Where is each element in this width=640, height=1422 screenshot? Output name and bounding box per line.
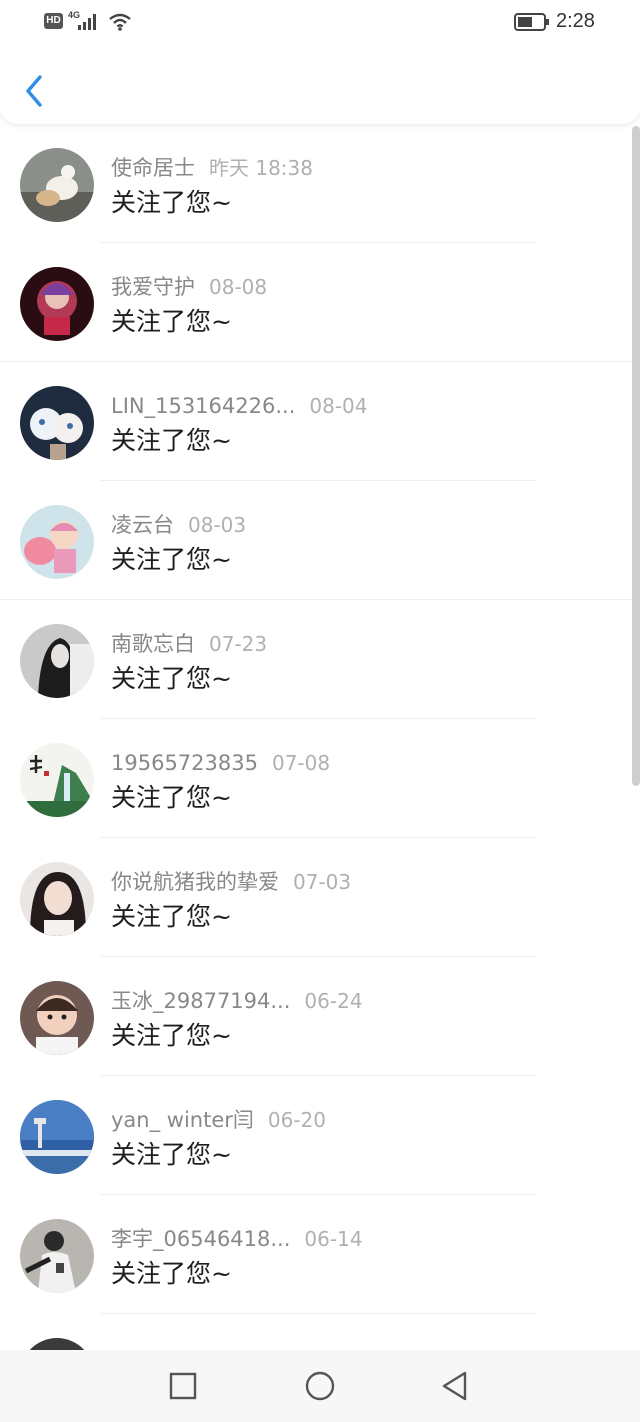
action-text: 关注了您~ [111,545,232,574]
avatar[interactable] [20,1100,94,1174]
action-text: 关注了您~ [111,1259,232,1288]
avatar[interactable] [20,862,94,936]
avatar[interactable] [20,386,94,460]
user-name[interactable]: 南歌忘白 [111,632,195,656]
avatar[interactable] [20,1219,94,1293]
name-line: 李宇_06546418... 06-14 [111,1225,363,1253]
recent-apps-icon[interactable] [168,1370,198,1402]
action-text: 关注了您~ [111,426,232,455]
name-line: 19565723835 07-08 [111,749,330,777]
name-line: 使命居士 昨天 18:38 [111,154,313,182]
notification-date: 08-04 [309,394,368,418]
notification-list: 使命居士 昨天 18:38 关注了您~ 我爱守护 08-08 关注了您~ LIN… [0,124,640,1350]
avatar[interactable] [20,505,94,579]
notification-date: 08-03 [188,513,247,537]
name-line: 凌云台 08-03 [111,511,246,539]
avatar[interactable] [20,743,94,817]
notification-date: 08-08 [209,275,268,299]
action-text: 关注了您~ [111,783,232,812]
name-line: 南歌忘白 07-23 [111,630,267,658]
signal-icon [78,14,96,30]
list-item[interactable]: 使命居士 昨天 18:38 关注了您~ [0,124,640,243]
navigation-bar [0,1350,640,1422]
list-item[interactable]: 19565723835 07-08 关注了您~ [0,719,640,838]
notification-date: 07-23 [209,632,268,656]
home-icon[interactable] [304,1370,336,1402]
back-button[interactable] [18,72,54,112]
notification-date: 06-24 [304,989,363,1013]
avatar[interactable] [20,981,94,1055]
user-name[interactable]: yan_ winter闫 [111,1108,254,1132]
avatar[interactable] [20,624,94,698]
list-item-partial[interactable] [0,1314,640,1350]
notification-date: 06-14 [304,1227,363,1251]
notification-date: 07-03 [293,870,352,894]
hd-badge: HD [44,13,63,29]
name-line: 玉冰_29877194... 06-24 [111,987,363,1015]
status-bar: HD 4G 2:28 [0,0,640,44]
chevron-left-icon [26,75,42,107]
notification-date: 06-20 [267,1108,327,1132]
avatar[interactable] [20,148,94,222]
list-item[interactable]: 玉冰_29877194... 06-24 关注了您~ [0,957,640,1076]
user-name[interactable]: 使命居士 [111,156,195,180]
name-line: 我爱守护 08-08 [111,273,267,301]
user-name[interactable]: 李宇_06546418... [111,1227,290,1251]
name-line: 你说航猪我的挚爱 07-03 [111,868,351,896]
user-name[interactable]: 你说航猪我的挚爱 [111,870,279,894]
wifi-icon [109,13,131,31]
notification-date: 昨天 18:38 [209,156,313,180]
notification-date: 07-08 [271,751,331,775]
back-icon[interactable] [440,1370,470,1402]
user-name[interactable]: 凌云台 [111,513,174,537]
avatar[interactable] [20,1338,94,1350]
status-time: 2:28 [556,10,595,32]
list-item[interactable]: 李宇_06546418... 06-14 关注了您~ [0,1195,640,1314]
list-item[interactable]: 南歌忘白 07-23 关注了您~ [0,600,640,719]
action-text: 关注了您~ [111,664,232,693]
list-item[interactable]: 我爱守护 08-08 关注了您~ [0,243,640,362]
list-item[interactable]: yan_ winter闫 06-20 关注了您~ [0,1076,640,1195]
name-line: LIN_153164226... 08-04 [111,392,368,420]
action-text: 关注了您~ [111,1140,232,1169]
list-item[interactable]: 凌云台 08-03 关注了您~ [0,481,640,600]
user-name[interactable]: 玉冰_29877194... [111,989,290,1013]
user-name[interactable]: 我爱守护 [111,275,195,299]
action-text: 关注了您~ [111,188,232,217]
list-item[interactable]: 你说航猪我的挚爱 07-03 关注了您~ [0,838,640,957]
avatar[interactable] [20,267,94,341]
name-line: yan_ winter闫 06-20 [111,1106,326,1134]
list-item[interactable]: LIN_153164226... 08-04 关注了您~ [0,362,640,481]
action-text: 关注了您~ [111,902,232,931]
scrollbar[interactable] [632,126,640,786]
user-name[interactable]: LIN_153164226... [111,394,295,418]
action-text: 关注了您~ [111,307,232,336]
battery-icon [514,13,549,31]
action-text: 关注了您~ [111,1021,232,1050]
user-name[interactable]: 19565723835 [111,751,258,775]
